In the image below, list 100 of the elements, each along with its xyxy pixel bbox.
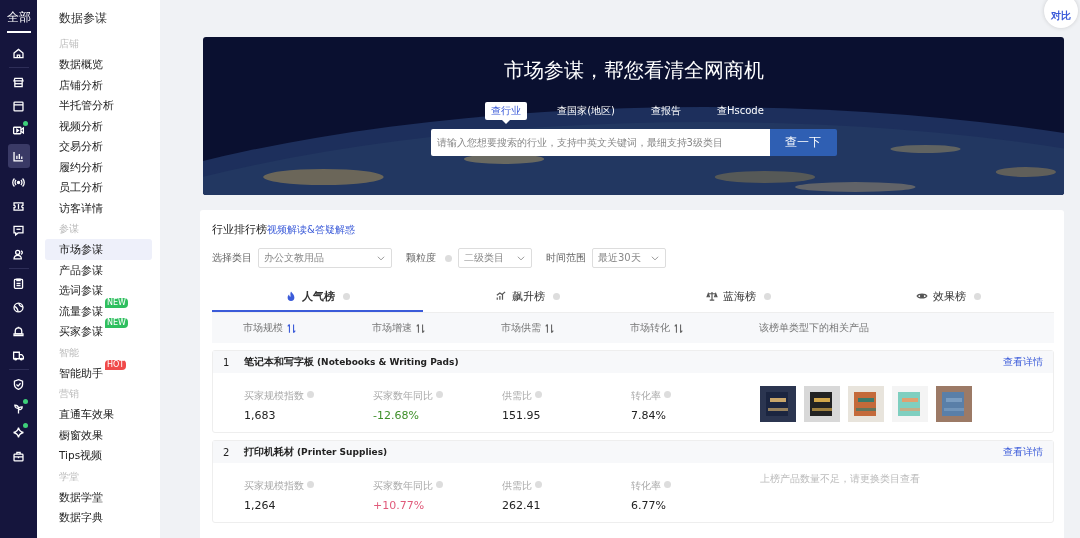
category-english-name: (Notebooks & Writing Pads) bbox=[317, 357, 460, 367]
info-icon bbox=[535, 391, 542, 398]
column-header[interactable]: 市场规模 bbox=[243, 321, 283, 335]
store-icon bbox=[12, 75, 25, 89]
dropdown[interactable]: 二级类目 bbox=[458, 248, 532, 268]
column-header[interactable]: 市场供需 bbox=[501, 321, 541, 335]
info-icon bbox=[307, 481, 314, 488]
menu-item[interactable]: 数据字典 bbox=[45, 507, 152, 528]
menu-item[interactable]: 访客详情 bbox=[45, 197, 152, 218]
ranking-tab[interactable]: 蓝海榜 bbox=[633, 282, 844, 312]
help-link[interactable]: 视频解读&答疑解惑 bbox=[267, 223, 355, 237]
metric-label: 供需比 bbox=[502, 390, 532, 401]
info-icon bbox=[974, 292, 982, 300]
chevron-down-icon bbox=[376, 253, 386, 263]
ranking-tab[interactable]: 飙升榜 bbox=[422, 282, 633, 312]
metric-label: 转化率 bbox=[631, 390, 661, 401]
filter-label: 时间范围 bbox=[546, 251, 586, 265]
metric-value: 6.77% bbox=[631, 499, 667, 512]
menu-item[interactable]: 智能助手 HOT bbox=[45, 362, 152, 383]
globe-icon bbox=[12, 300, 25, 314]
scales-icon bbox=[705, 290, 718, 302]
rank-number: 2 bbox=[223, 446, 231, 458]
search-tab[interactable]: 查报告 bbox=[644, 102, 687, 120]
column-header[interactable]: 市场转化 bbox=[630, 321, 670, 335]
menu-item[interactable]: 数据学堂 bbox=[45, 486, 152, 507]
bell-icon bbox=[12, 324, 25, 338]
info-icon bbox=[664, 391, 671, 398]
clipboard-icon bbox=[12, 276, 25, 290]
info-icon bbox=[535, 481, 542, 488]
broadcast-icon bbox=[12, 175, 25, 189]
info-icon bbox=[553, 292, 561, 300]
info-icon bbox=[436, 391, 443, 398]
column-header[interactable]: 市场增速 bbox=[372, 321, 412, 335]
menu-item[interactable]: 视频分析 bbox=[45, 115, 152, 136]
menu-item[interactable]: 履约分析 bbox=[45, 156, 152, 177]
metric-value: 262.41 bbox=[502, 499, 542, 512]
filter-label: 选择类目 bbox=[212, 251, 252, 265]
metric-value: 151.95 bbox=[502, 409, 542, 422]
metric-value: +10.77% bbox=[373, 499, 426, 512]
window-icon bbox=[12, 99, 25, 113]
label-badge: HOT bbox=[105, 359, 127, 370]
menu-item[interactable]: 产品参谋 bbox=[45, 259, 152, 280]
metric-label: 买家数年同比 bbox=[373, 390, 433, 401]
people-icon bbox=[12, 247, 25, 261]
menu-item[interactable]: 数据概览 bbox=[45, 54, 152, 75]
label-badge: NEW bbox=[105, 297, 128, 308]
metric-value: 1,683 bbox=[244, 409, 277, 422]
metric-value: 1,264 bbox=[244, 499, 277, 512]
bar-chart-icon bbox=[495, 290, 508, 302]
category-english-name: (Printer Supplies) bbox=[297, 447, 389, 457]
filter-label: 颗粒度 bbox=[406, 251, 436, 265]
category-name: 打印机耗材 bbox=[244, 445, 294, 459]
metric-value: -12.68% bbox=[373, 409, 420, 422]
metric-label: 供需比 bbox=[502, 480, 532, 491]
menu-item[interactable]: 直通车效果 bbox=[45, 404, 152, 425]
info-icon bbox=[436, 481, 443, 488]
info-icon bbox=[763, 292, 771, 300]
metric-label: 买家规模指数 bbox=[244, 390, 304, 401]
bar-chart-icon bbox=[12, 149, 25, 163]
compare-button[interactable]: 对比 bbox=[1044, 0, 1078, 28]
sidebar-title: 数据参谋 bbox=[58, 10, 108, 27]
info-icon bbox=[307, 391, 314, 398]
chevron-down-icon bbox=[516, 253, 526, 263]
metric-label: 买家规模指数 bbox=[244, 480, 304, 491]
home-icon bbox=[12, 46, 25, 60]
sparkle-icon bbox=[12, 425, 25, 439]
all-tab[interactable]: 全部 bbox=[6, 9, 31, 33]
info-icon bbox=[342, 292, 350, 300]
metric-value: 7.84% bbox=[631, 409, 667, 422]
column-header: 该榜单类型下的相关产品 bbox=[759, 321, 869, 335]
menu-item[interactable]: 店铺分析 bbox=[45, 74, 152, 95]
message-icon bbox=[12, 223, 25, 237]
search-tab[interactable]: 查国家(地区) bbox=[551, 102, 621, 120]
section-heading: 店铺 bbox=[58, 37, 80, 51]
details-link[interactable]: 查看详情 bbox=[1003, 445, 1043, 459]
menu-item[interactable]: 橱窗效果 bbox=[45, 424, 152, 445]
shield-icon bbox=[12, 377, 25, 391]
menu-item[interactable]: 市场参谋 bbox=[45, 239, 152, 260]
eye-icon bbox=[916, 290, 929, 302]
menu-item[interactable]: 半托管分析 bbox=[45, 95, 152, 116]
menu-item[interactable]: Tips视频 bbox=[45, 445, 152, 466]
menu-item[interactable]: 员工分析 bbox=[45, 177, 152, 198]
dropdown[interactable]: 办公文教用品 bbox=[258, 248, 392, 268]
search-tab[interactable]: 查Hscode bbox=[710, 102, 770, 120]
metric-label: 转化率 bbox=[631, 480, 661, 491]
metric-label: 买家数年同比 bbox=[373, 480, 433, 491]
section-heading: 参谋 bbox=[58, 222, 80, 236]
section-title: 行业排行榜 bbox=[212, 222, 267, 237]
menu-item[interactable]: 交易分析 bbox=[45, 136, 152, 157]
chevron-down-icon bbox=[650, 253, 660, 263]
details-link[interactable]: 查看详情 bbox=[1003, 355, 1043, 369]
search-field[interactable]: 请输入您想要搜索的行业，支持中英文关键词，最细支持3级类目 bbox=[430, 129, 770, 156]
dropdown[interactable]: 最近30天 bbox=[592, 248, 666, 268]
info-icon bbox=[664, 481, 671, 488]
briefcase-icon bbox=[12, 449, 25, 463]
ranking-tab[interactable]: 效果榜 bbox=[843, 282, 1054, 312]
search-button[interactable]: 查一下 bbox=[769, 129, 837, 156]
rail-button[interactable] bbox=[7, 144, 30, 168]
ticket-icon bbox=[12, 199, 25, 213]
banner-title: 市场参谋，帮您看清全网商机 bbox=[503, 57, 764, 84]
